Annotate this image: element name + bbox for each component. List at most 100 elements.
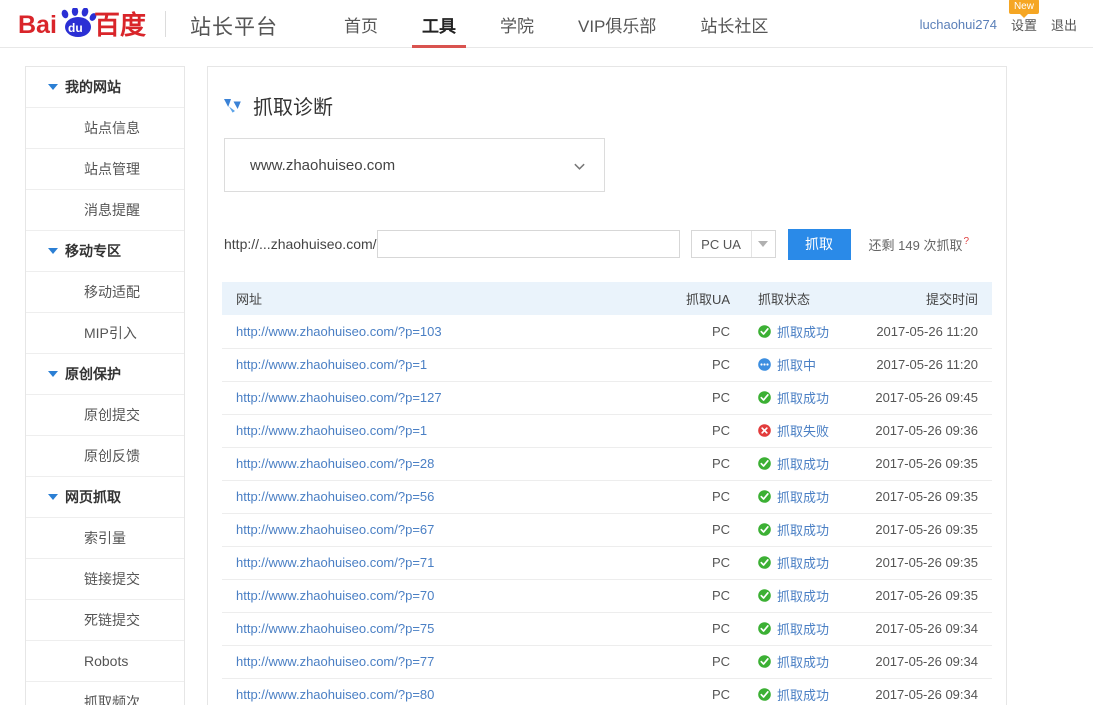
svg-text:du: du xyxy=(68,21,83,35)
page-title-text: 抓取诊断 xyxy=(253,97,333,119)
table-row: http://www.zhaohuiseo.com/?p=56 PC 抓取成功 201… xyxy=(222,480,992,514)
success-check-icon xyxy=(758,523,771,536)
cell-url: http://www.zhaohuiseo.com/?p=127 xyxy=(222,381,652,415)
sidebar-group-original-protect[interactable]: 原创保护 xyxy=(26,354,184,395)
cell-ua: PC xyxy=(652,447,740,481)
nav-item-community[interactable]: 站长社区 xyxy=(678,0,790,48)
sidebar-item-mip[interactable]: MIP引入 xyxy=(26,313,184,354)
crawl-url-link[interactable]: http://www.zhaohuiseo.com/?p=71 xyxy=(236,555,434,570)
status-label: 抓取成功 xyxy=(777,457,830,472)
cell-url: http://www.zhaohuiseo.com/?p=1 xyxy=(222,348,652,382)
cell-time: 2017-05-26 09:45 xyxy=(865,381,992,415)
crawl-url-link[interactable]: http://www.zhaohuiseo.com/?p=77 xyxy=(236,654,434,669)
status-label: 抓取成功 xyxy=(777,655,830,670)
cell-ua: PC xyxy=(652,645,740,679)
sidebar-group-mobile[interactable]: 移动专区 xyxy=(26,231,184,272)
sidebar-group-label: 移动专区 xyxy=(65,243,121,259)
cell-time: 2017-05-26 11:20 xyxy=(865,315,992,349)
cell-time: 2017-05-26 09:35 xyxy=(865,513,992,547)
sidebar-item-robots[interactable]: Robots xyxy=(26,641,184,682)
site-header: Bai du 百度 站长平台 首页 工具 学院 VIP俱乐部 站长社区 luch… xyxy=(0,0,1093,48)
crawl-url-link[interactable]: http://www.zhaohuiseo.com/?p=56 xyxy=(236,489,434,504)
settings-link[interactable]: New 设置 xyxy=(1008,0,1039,34)
table-row: http://www.zhaohuiseo.com/?p=71 PC 抓取成功 201… xyxy=(222,546,992,580)
loading-dots-icon xyxy=(758,358,771,371)
crawl-url-link[interactable]: http://www.zhaohuiseo.com/?p=1 xyxy=(236,423,427,438)
sidebar-item-link-submit[interactable]: 链接提交 xyxy=(26,559,184,600)
table-header-row: 网址 抓取UA 抓取状态 提交时间 xyxy=(222,282,992,315)
crawl-url-link[interactable]: http://www.zhaohuiseo.com/?p=1 xyxy=(236,357,427,372)
status-badge: 抓取成功 xyxy=(758,322,865,341)
sidebar-item-index-volume[interactable]: 索引量 xyxy=(26,518,184,559)
sidebar-item-site-info[interactable]: 站点信息 xyxy=(26,108,184,149)
sidebar-item-mobile-adapt[interactable]: 移动适配 xyxy=(26,272,184,313)
sidebar-item-original-feedback[interactable]: 原创反馈 xyxy=(26,436,184,477)
help-icon[interactable]: ? xyxy=(963,236,969,247)
sidebar-group-my-site[interactable]: 我的网站 xyxy=(26,67,184,108)
caret-down-icon xyxy=(758,241,769,247)
cell-ua: PC xyxy=(652,348,740,382)
sidebar-group-web-crawl[interactable]: 网页抓取 xyxy=(26,477,184,518)
logout-link[interactable]: 退出 xyxy=(1051,15,1077,34)
status-label: 抓取成功 xyxy=(777,523,830,538)
crawl-url-link[interactable]: http://www.zhaohuiseo.com/?p=103 xyxy=(236,324,442,339)
sidebar-item-dead-link-submit[interactable]: 死链提交 xyxy=(26,600,184,641)
cell-url: http://www.zhaohuiseo.com/?p=71 xyxy=(222,546,652,580)
status-label: 抓取成功 xyxy=(777,556,830,571)
sidebar-group-label: 网页抓取 xyxy=(65,489,121,505)
ua-select[interactable]: PC UA xyxy=(690,230,776,258)
ua-select-value: PC UA xyxy=(701,236,741,252)
header-divider xyxy=(165,11,166,37)
caret-down-icon xyxy=(48,371,58,377)
fetch-button[interactable]: 抓取 xyxy=(787,228,851,260)
nav-item-tools[interactable]: 工具 xyxy=(400,0,478,48)
crawl-url-link[interactable]: http://www.zhaohuiseo.com/?p=75 xyxy=(236,621,434,636)
cell-ua: PC xyxy=(652,579,740,613)
cell-ua: PC xyxy=(652,612,740,646)
site-select[interactable]: www.zhaohuiseo.com xyxy=(224,138,605,192)
user-area: luchaohui274 New 设置 退出 xyxy=(920,0,1077,48)
status-badge: 抓取成功 xyxy=(758,487,865,506)
nav-item-home[interactable]: 首页 xyxy=(322,0,400,48)
nav-item-vip-club[interactable]: VIP俱乐部 xyxy=(556,0,678,48)
status-badge: 抓取成功 xyxy=(758,652,865,671)
sidebar-item-original-submit[interactable]: 原创提交 xyxy=(26,395,184,436)
svg-text:百度: 百度 xyxy=(94,10,146,40)
settings-label: 设置 xyxy=(1010,17,1037,33)
url-input[interactable] xyxy=(376,230,680,258)
table-head: 网址 抓取UA 抓取状态 提交时间 xyxy=(222,282,992,315)
cell-time: 2017-05-26 09:34 xyxy=(865,612,992,646)
content-panel: 抓取诊断 www.zhaohuiseo.com http://...zhaohu… xyxy=(207,66,1007,705)
success-check-icon xyxy=(758,688,771,701)
crawl-url-link[interactable]: http://www.zhaohuiseo.com/?p=67 xyxy=(236,522,434,537)
status-badge: 抓取成功 xyxy=(758,553,865,572)
cell-time: 2017-05-26 09:34 xyxy=(865,645,992,679)
page-body: 我的网站 站点信息 站点管理 消息提醒 移动专区 移动适配 MIP引入 原创保护… xyxy=(0,48,1093,705)
sidebar: 我的网站 站点信息 站点管理 消息提醒 移动专区 移动适配 MIP引入 原创保护… xyxy=(25,66,185,705)
crawl-url-link[interactable]: http://www.zhaohuiseo.com/?p=70 xyxy=(236,588,434,603)
cell-time: 2017-05-26 09:35 xyxy=(865,480,992,514)
cell-status: 抓取成功 xyxy=(740,546,865,580)
table-row: http://www.zhaohuiseo.com/?p=127 PC 抓取成功 20… xyxy=(222,381,992,415)
main-nav: 首页 工具 学院 VIP俱乐部 站长社区 xyxy=(322,0,790,48)
crawl-url-link[interactable]: http://www.zhaohuiseo.com/?p=127 xyxy=(236,390,442,405)
sidebar-item-message-alert[interactable]: 消息提醒 xyxy=(26,190,184,231)
cell-url: http://www.zhaohuiseo.com/?p=56 xyxy=(222,480,652,514)
crawl-url-link[interactable]: http://www.zhaohuiseo.com/?p=80 xyxy=(236,687,434,702)
crawl-url-link[interactable]: http://www.zhaohuiseo.com/?p=28 xyxy=(236,456,434,471)
status-label: 抓取成功 xyxy=(777,490,830,505)
success-check-icon xyxy=(758,457,771,470)
nav-item-academy[interactable]: 学院 xyxy=(478,0,556,48)
platform-name: 站长平台 xyxy=(190,16,278,39)
username-link[interactable]: luchaohui274 xyxy=(920,17,997,32)
cell-status: 抓取成功 xyxy=(740,645,865,679)
remaining-quota-text: 还剩 149 次抓取 xyxy=(868,237,963,253)
sidebar-item-crawl-frequency[interactable]: 抓取频次 xyxy=(26,682,184,705)
chevron-down-icon xyxy=(574,163,585,170)
baidu-logo[interactable]: Bai du 百度 xyxy=(18,6,166,42)
status-label: 抓取成功 xyxy=(777,391,830,406)
cell-status: 抓取成功 xyxy=(740,315,865,349)
status-badge: 抓取成功 xyxy=(758,685,865,704)
status-label: 抓取成功 xyxy=(777,589,830,604)
sidebar-item-site-manage[interactable]: 站点管理 xyxy=(26,149,184,190)
